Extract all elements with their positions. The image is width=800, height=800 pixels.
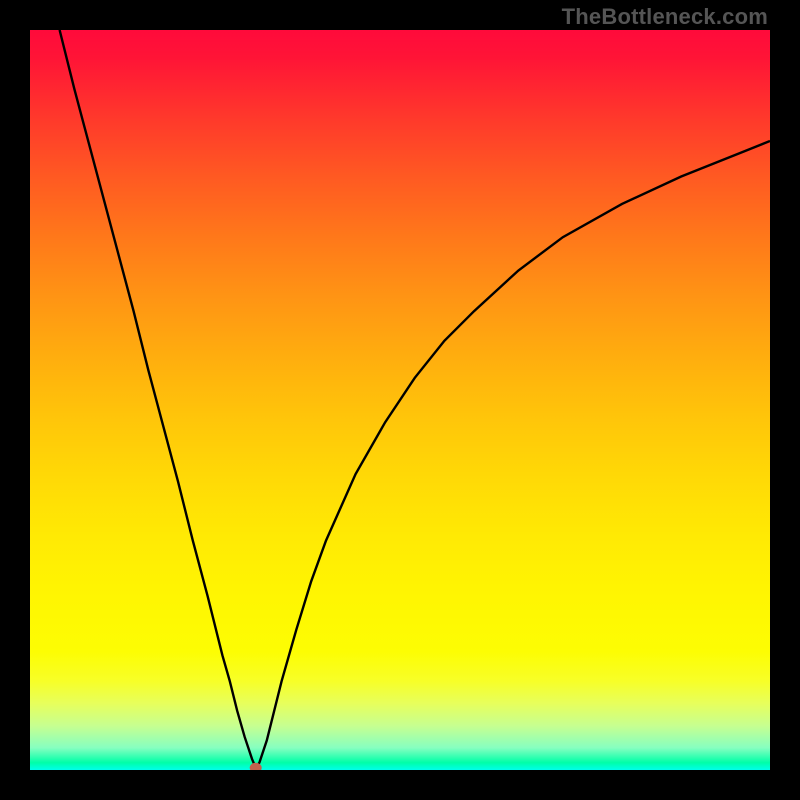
- chart-container: TheBottleneck.com: [0, 0, 800, 800]
- plot-area: [30, 30, 770, 770]
- right-branch-curve: [256, 141, 770, 768]
- left-branch-curve: [60, 30, 256, 768]
- curve-layer: [30, 30, 770, 770]
- attribution-label: TheBottleneck.com: [562, 4, 768, 30]
